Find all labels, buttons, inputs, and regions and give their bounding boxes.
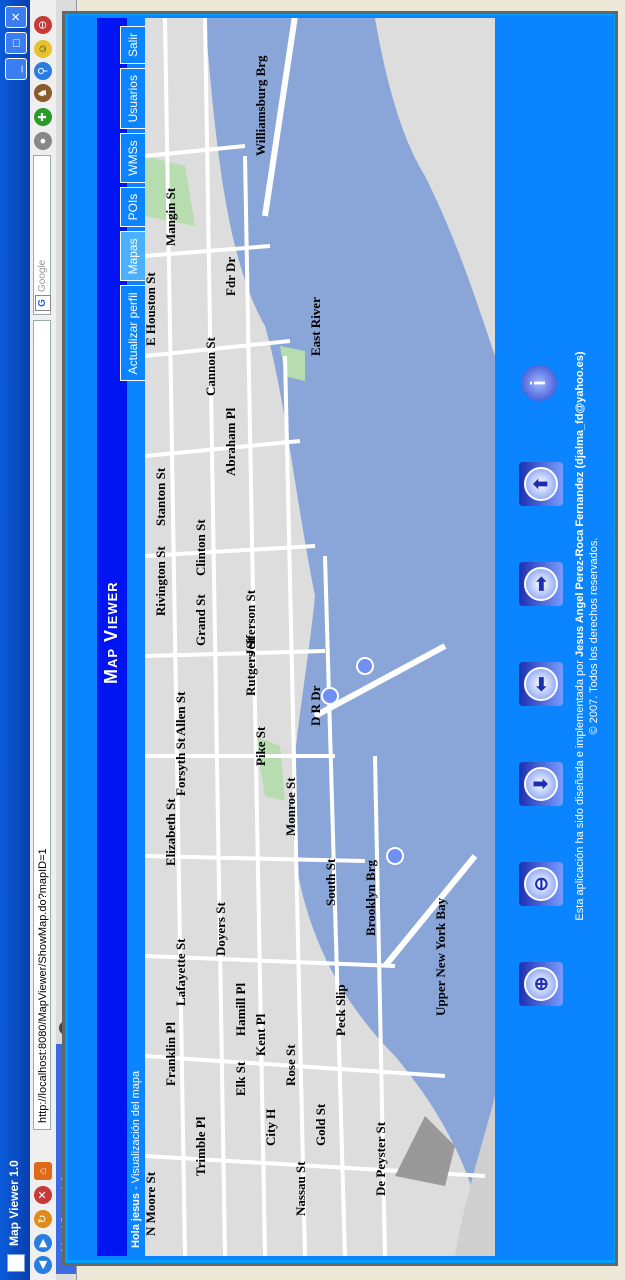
maximize-icon[interactable]: □	[5, 32, 27, 54]
window-titlebar: Map Viewer 1.0 _ □ ✕	[0, 0, 30, 1280]
smiley-icon[interactable]: ☺	[34, 40, 52, 58]
puzzle-icon[interactable]: ✚	[34, 108, 52, 126]
label-rutgers: Rutgers St	[243, 636, 258, 696]
browser-window: Map Viewer 1.0 _ □ ✕ ◀ ▶ ↻ ✕ ⌂ http://lo…	[0, 0, 625, 1280]
page-content: Map Viewer Hola jesus - Visualización de…	[75, 18, 610, 1256]
footer: ⊕ ⊖ ⬇ ⬅ ➡ ⬆ i Esta aplicación ha sido di…	[495, 18, 610, 1256]
main-menu: Salir Usuarios WMSs POIs Mapas Actualiza…	[120, 26, 148, 382]
label-rose: Rose St	[283, 1044, 298, 1086]
credit-line: Esta aplicación ha sido diseñada e imple…	[573, 336, 587, 936]
label-n-moore: N Moore St	[145, 1171, 158, 1236]
credit-prefix: Esta aplicación ha sido diseñada e imple…	[574, 657, 586, 921]
label-upper-ny-bay: Upper New York Bay	[433, 897, 448, 1016]
close-icon[interactable]: ✕	[5, 6, 27, 28]
menu-usuarios[interactable]: Usuarios	[120, 68, 146, 130]
menu-mapas[interactable]: Mapas	[120, 231, 146, 282]
pan-right-button[interactable]: ➡	[519, 562, 563, 606]
label-peck: Peck Slip	[333, 984, 348, 1036]
minimize-icon[interactable]: _	[5, 58, 27, 80]
map-canvas[interactable]: Williamsburg Brg East River Mangin St Fd…	[145, 18, 495, 1256]
menu-actualizar-perfil[interactable]: Actualizar perfil	[120, 285, 146, 382]
label-elizabeth: Elizabeth St	[163, 798, 178, 866]
zoom-in-button[interactable]: ⊕	[519, 962, 563, 1006]
greeting-text: - Visualización del mapa	[130, 1070, 142, 1193]
window-title: Map Viewer 1.0	[7, 1160, 21, 1246]
info-icon[interactable]: i	[521, 365, 557, 401]
label-williamsburg: Williamsburg Brg	[253, 55, 268, 156]
label-nassau: Nassau St	[293, 1161, 308, 1216]
arrow-left-icon: ⬅	[524, 667, 558, 701]
arrow-up-icon: ⬆	[524, 467, 558, 501]
greeting: Hola jesus - Visualización del mapa	[130, 1071, 142, 1248]
reload-icon[interactable]: ↻	[34, 1210, 52, 1228]
arrow-down-icon: ⬇	[524, 767, 558, 801]
addon-icon[interactable]: ●	[34, 132, 52, 150]
label-east-river: East River	[308, 297, 323, 356]
pan-up-button[interactable]: ⬆	[519, 462, 563, 506]
credit-author: Jesus Angel Perez-Roca Fernandez (djalma…	[574, 351, 586, 658]
label-clinton: Clinton St	[193, 519, 208, 576]
search-input[interactable]: G Google	[33, 155, 51, 315]
extension-icon[interactable]: ♞	[34, 84, 52, 102]
browser-toolbar: ◀ ▶ ↻ ✕ ⌂ http://localhost:8080/MapViewe…	[30, 0, 57, 1280]
label-dr-dr: D R Dr	[308, 685, 323, 726]
app-icon	[7, 1254, 25, 1272]
pan-down-button[interactable]: ⬇	[519, 762, 563, 806]
label-mangin: Mangin St	[163, 187, 178, 246]
label-rivington: Rivington St	[153, 546, 168, 616]
block-icon[interactable]: ⊖	[34, 16, 52, 34]
zoom-in-icon: ⊕	[524, 967, 558, 1001]
label-kent: Kent Pl	[253, 1013, 268, 1056]
poi-marker[interactable]	[386, 847, 404, 865]
credits: Esta aplicación ha sido diseñada e imple…	[573, 336, 601, 936]
label-depeyster: De Peyster St	[373, 1121, 388, 1196]
label-monroe: Monroe St	[283, 777, 298, 836]
label-e-houston: E Houston St	[145, 272, 158, 346]
home-icon[interactable]: ⌂	[34, 1162, 52, 1180]
label-city-hall: City H	[263, 1109, 278, 1146]
stop-icon[interactable]: ✕	[34, 1186, 52, 1204]
page-title: Map Viewer	[101, 581, 121, 684]
greeting-name: Hola jesus	[130, 1192, 142, 1248]
label-allen: Allen St	[173, 691, 188, 736]
menu-salir[interactable]: Salir	[120, 26, 146, 65]
url-input[interactable]: http://localhost:8080/MapViewer/ShowMap.…	[33, 320, 51, 1130]
label-abraham: Abraham Pl	[223, 407, 238, 476]
label-franklin: Franklin Pl	[163, 1022, 178, 1086]
label-doyers: Doyers St	[213, 902, 228, 956]
label-pike: Pike St	[253, 726, 268, 766]
poi-marker[interactable]	[356, 657, 374, 675]
label-lafayette: Lafayette St	[173, 938, 188, 1006]
copyright: © 2007. Todos los derechos reservados.	[588, 537, 600, 735]
menu-pois[interactable]: POIs	[120, 186, 146, 228]
zoom-out-icon: ⊖	[524, 867, 558, 901]
label-forsyth: Forsyth St	[173, 737, 188, 796]
menu-wmss[interactable]: WMSs	[120, 133, 146, 183]
label-brooklyn: Brooklyn Brg	[363, 860, 378, 936]
label-cannon: Cannon St	[203, 336, 218, 396]
google-icon: G	[35, 295, 51, 311]
label-stanton: Stanton St	[153, 467, 168, 526]
label-elk: Elk St	[233, 1061, 248, 1096]
forward-icon[interactable]: ▶	[34, 1234, 52, 1252]
label-south: South St	[323, 858, 338, 906]
pan-left-button[interactable]: ⬅	[519, 662, 563, 706]
poi-marker[interactable]	[321, 687, 339, 705]
zoom-out-button[interactable]: ⊖	[519, 862, 563, 906]
label-fdr: Fdr Dr	[223, 257, 238, 296]
label-gold: Gold St	[313, 1103, 328, 1146]
label-hamill: Hamill Pl	[233, 983, 248, 1036]
window-buttons: _ □ ✕	[5, 6, 27, 80]
map-view[interactable]: Williamsburg Brg East River Mangin St Fd…	[145, 18, 495, 1256]
label-grand: Grand St	[193, 594, 208, 646]
search-icon[interactable]: ⚲	[34, 62, 52, 80]
back-icon[interactable]: ◀	[34, 1256, 52, 1274]
arrow-right-icon: ➡	[524, 567, 558, 601]
label-trimble: Trimble Pl	[193, 1116, 208, 1176]
